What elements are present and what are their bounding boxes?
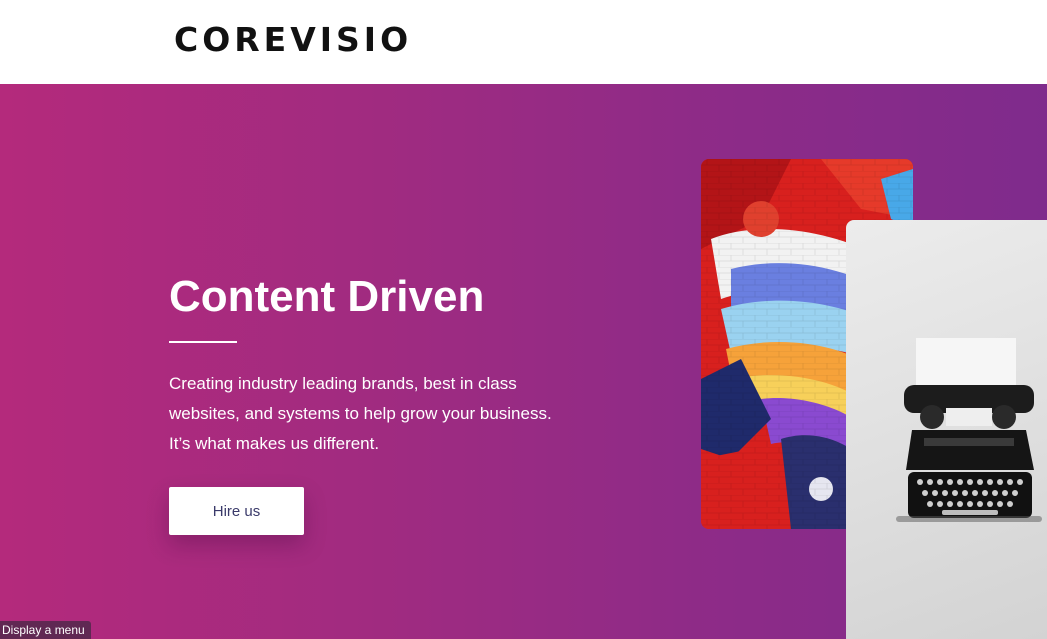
hero-description-line: It’s what makes us different.: [169, 434, 380, 453]
hero-title: Content Driven: [169, 272, 485, 321]
hero-section: Content Driven Creating industry leading…: [0, 84, 1047, 639]
typewriter-image: [846, 220, 1047, 639]
display-menu-hint[interactable]: Display a menu: [0, 621, 91, 639]
hero-description: Creating industry leading brands, best i…: [169, 369, 589, 459]
hero-description-line: websites, and systems to help grow your …: [169, 404, 552, 423]
title-divider: [169, 341, 237, 343]
hire-us-button[interactable]: Hire us: [169, 487, 304, 535]
hero-description-line: Creating industry leading brands, best i…: [169, 374, 517, 393]
corevisio-logo[interactable]: COREVISIO: [174, 20, 412, 60]
site-header: COREVISIO: [0, 0, 1047, 84]
